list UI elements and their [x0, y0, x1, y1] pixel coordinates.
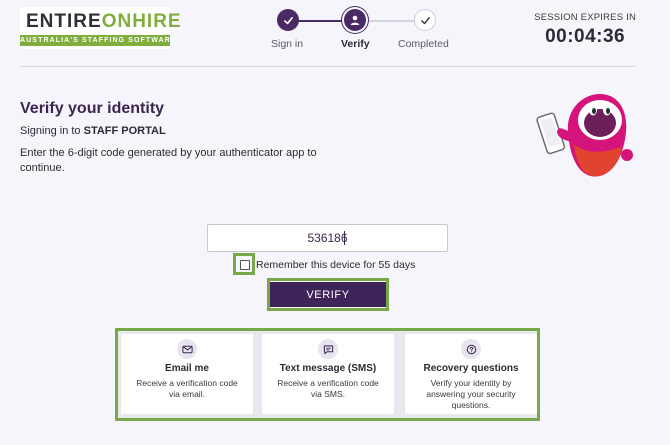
progress-stepper: Sign in Verify Completed [260, 8, 460, 53]
remember-device-highlight [233, 253, 255, 275]
logo-text-primary: ENTIRE [26, 11, 102, 32]
option-sms[interactable]: Text message (SMS) Receive a verificatio… [262, 334, 394, 414]
session-expiry: SESSION EXPIRES IN 00:04:36 [534, 12, 636, 48]
option-recovery-questions[interactable]: Recovery questions Verify your identity … [405, 334, 537, 414]
option-sms-title: Text message (SMS) [279, 363, 377, 374]
step-label-sign-in: Sign in [271, 38, 304, 50]
brand-logo: ENTIREONHIRE AUSTRALIA'S STAFFING SOFTWA… [20, 7, 181, 49]
option-recovery-title: Recovery questions [423, 363, 519, 374]
mail-icon [181, 345, 193, 353]
step-sign-in [277, 9, 299, 31]
option-email-title: Email me [165, 363, 209, 374]
step-verify [344, 9, 366, 31]
question-icon [466, 344, 476, 354]
step-label-verify: Verify [341, 38, 370, 50]
step-connector-pending [368, 20, 420, 22]
page-title: Verify your identity [20, 100, 165, 117]
remember-device-label[interactable]: Remember this device for 55 days [256, 259, 415, 271]
step-completed [414, 9, 436, 31]
option-email[interactable]: Email me Receive a verification code via… [121, 334, 253, 414]
user-icon [350, 15, 360, 25]
message-icon [323, 344, 333, 354]
step-label-completed: Completed [398, 38, 449, 50]
option-email-description: Receive a verification code via email. [136, 378, 238, 399]
session-expiry-label: SESSION EXPIRES IN [534, 12, 636, 23]
checkmark-icon [420, 16, 430, 24]
option-recovery-description: Verify your identity by answering your s… [426, 378, 516, 410]
verify-button[interactable]: VERIFY [270, 282, 386, 307]
logo-text-accent: ONHIRE [101, 11, 182, 32]
option-sms-description: Receive a verification code via SMS. [277, 378, 379, 399]
text-caret [344, 231, 345, 245]
header-divider [20, 66, 635, 67]
session-timer: 00:04:36 [545, 26, 626, 47]
signing-in-text: Signing in to STAFF PORTAL [20, 125, 166, 137]
remember-device-checkbox[interactable] [240, 260, 250, 270]
portal-name: STAFF PORTAL [83, 125, 166, 137]
mascot-illustration [536, 94, 633, 177]
logo-tagline: AUSTRALIA'S STAFFING SOFTWARE [20, 35, 177, 46]
checkmark-icon [283, 16, 293, 24]
signing-in-prefix: Signing in to [20, 125, 84, 137]
verification-code-input[interactable] [207, 224, 448, 252]
instructions-text: Enter the 6-digit code generated by your… [20, 147, 317, 174]
